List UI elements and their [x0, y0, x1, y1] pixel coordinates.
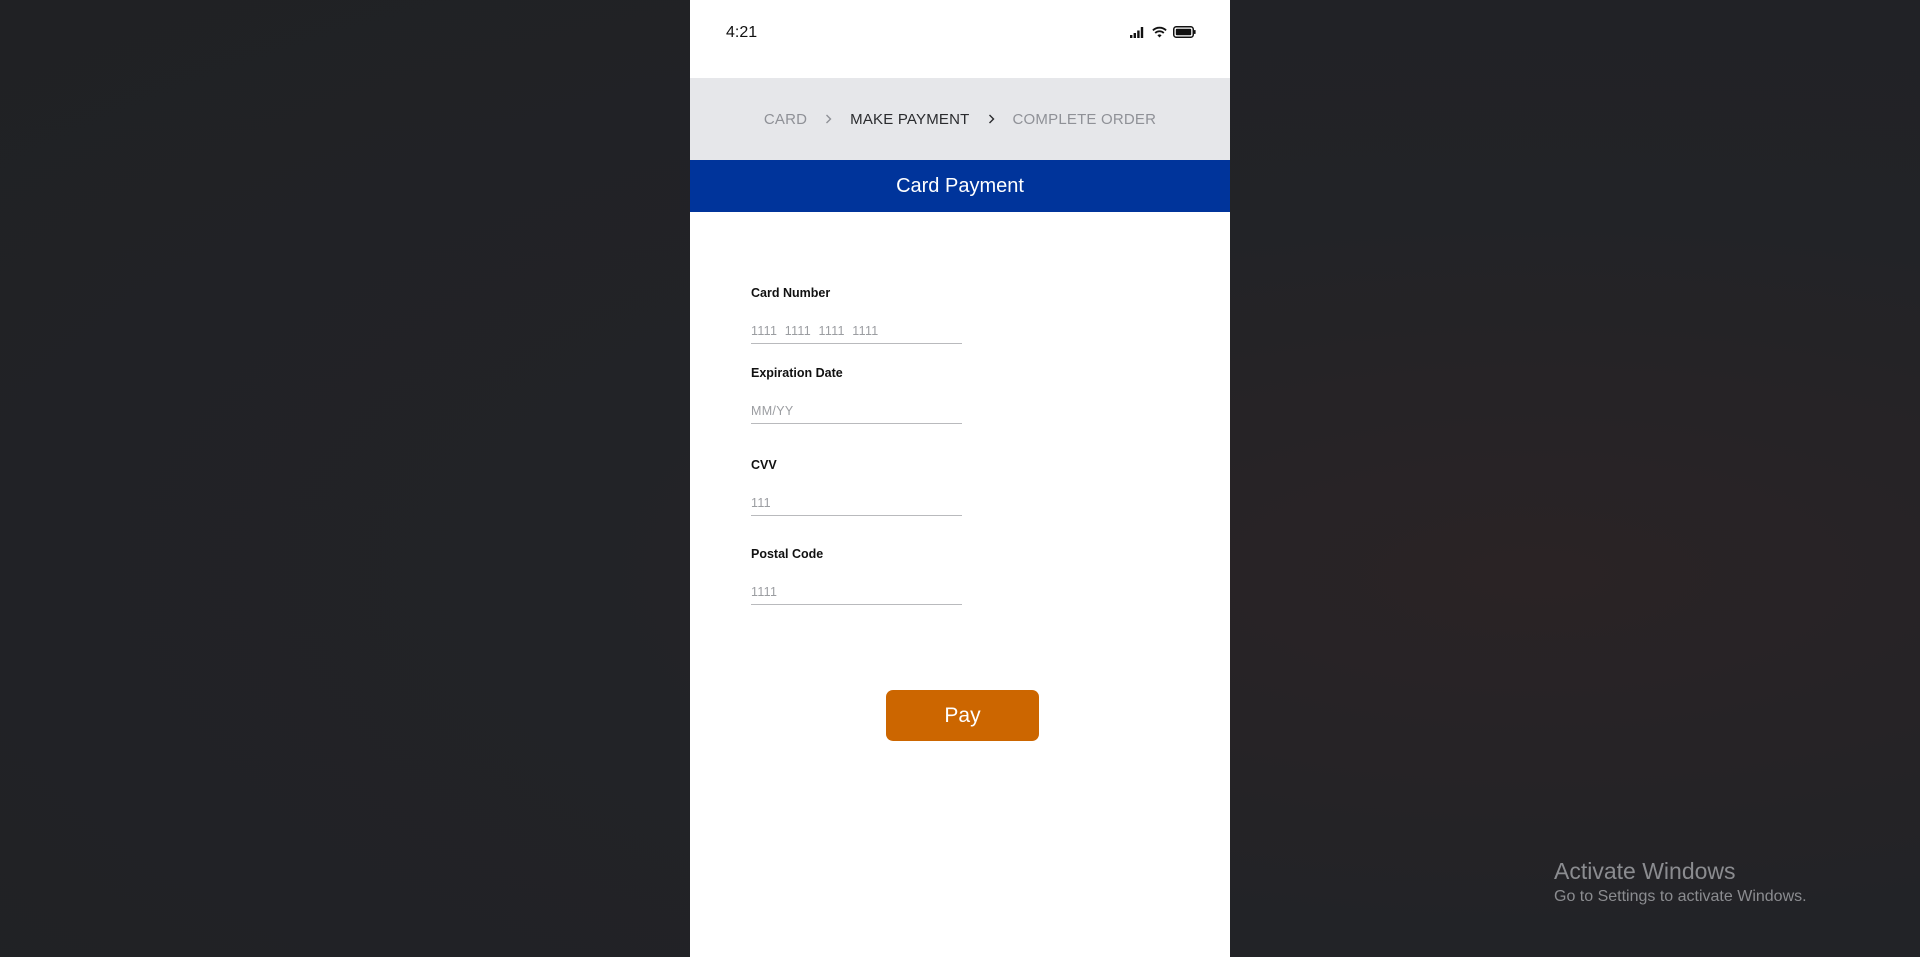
cvv-input[interactable] — [751, 491, 962, 516]
chevron-right-icon — [825, 114, 832, 124]
status-time: 4:21 — [726, 24, 758, 41]
cvv-label: CVV — [751, 458, 777, 472]
page-title: Card Payment — [896, 174, 1024, 197]
status-bar: 4:21 — [690, 0, 1230, 78]
pay-button[interactable]: Pay — [886, 690, 1039, 741]
breadcrumb-step-make-payment[interactable]: MAKE PAYMENT — [850, 111, 969, 128]
windows-activation-watermark: Activate Windows Go to Settings to activ… — [1554, 857, 1807, 906]
breadcrumb-step-card[interactable]: CARD — [764, 111, 807, 128]
expiration-date-input[interactable] — [751, 399, 962, 424]
expiration-date-label: Expiration Date — [751, 366, 843, 380]
card-number-input[interactable] — [751, 319, 962, 344]
postal-code-input[interactable] — [751, 580, 962, 605]
signal-icon — [1130, 26, 1144, 38]
desktop-background: 4:21 CARD MAKE PAYMENT COMPLETE ORDER Ca… — [0, 0, 1920, 957]
postal-code-label: Postal Code — [751, 547, 824, 561]
status-icons — [1130, 26, 1196, 38]
watermark-title: Activate Windows — [1554, 858, 1736, 884]
chevron-right-icon — [988, 114, 995, 124]
breadcrumb-step-complete-order[interactable]: COMPLETE ORDER — [1013, 111, 1157, 128]
card-number-label: Card Number — [751, 286, 831, 300]
mobile-app-frame: 4:21 CARD MAKE PAYMENT COMPLETE ORDER Ca… — [690, 0, 1230, 957]
checkout-breadcrumb: CARD MAKE PAYMENT COMPLETE ORDER — [690, 78, 1230, 160]
page-header: Card Payment — [690, 160, 1230, 212]
watermark-subtitle: Go to Settings to activate Windows. — [1554, 888, 1807, 905]
battery-icon — [1173, 26, 1196, 38]
wifi-icon — [1152, 26, 1167, 38]
